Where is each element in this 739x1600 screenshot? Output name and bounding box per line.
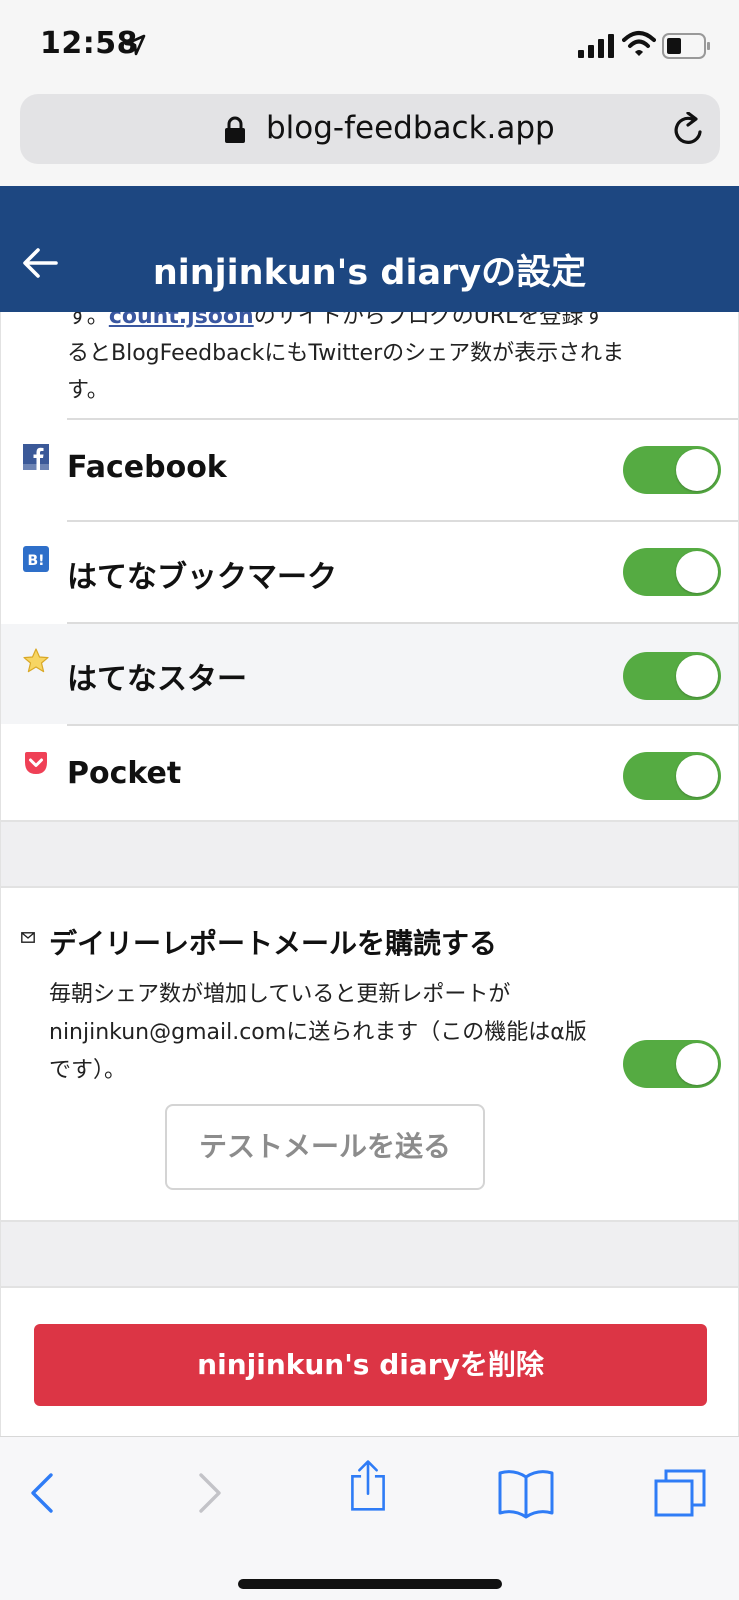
status-bar: 12:58 <box>0 0 739 90</box>
twitter-note: す。count.jsoonのサイトからブログのURLを登録するとBlogFeed… <box>67 312 627 409</box>
daily-report-description: 毎朝シェア数が増加していると更新レポートがninjinkun@gmail.com… <box>49 982 587 1083</box>
pocket-toggle[interactable] <box>623 752 721 800</box>
toggle-knob <box>676 551 718 593</box>
service-label: はてなブックマーク <box>67 560 337 595</box>
daily-report-title: デイリーレポートメールを購読する <box>49 927 498 960</box>
hatena-star-toggle[interactable] <box>623 652 721 700</box>
toggle-knob <box>676 655 718 697</box>
service-label: Pocket <box>67 756 182 791</box>
location-arrow-icon <box>124 34 146 56</box>
pocket-icon <box>25 752 47 774</box>
tabs-icon[interactable] <box>652 1467 712 1519</box>
delete-blog-button[interactable]: ninjinkun's diaryを削除 <box>34 1324 707 1406</box>
lock-icon <box>225 116 245 143</box>
browser-toolbar <box>0 1436 739 1600</box>
page-title: ninjinkun's diaryの設定 <box>152 253 587 293</box>
address-bar[interactable]: blog-feedback.app <box>20 94 720 164</box>
url-text: blog-feedback.app <box>266 110 555 146</box>
service-row-hatena-star: はてなスター <box>1 624 738 724</box>
reload-icon[interactable] <box>670 112 706 148</box>
section-spacer <box>1 1220 738 1288</box>
battery-icon <box>662 33 710 59</box>
facebook-icon <box>23 444 49 470</box>
facebook-toggle[interactable] <box>623 446 721 494</box>
service-row-pocket: Pocket <box>1 726 738 826</box>
daily-report-toggle[interactable] <box>623 1040 721 1088</box>
mail-icon <box>21 932 35 943</box>
star-icon <box>23 648 49 673</box>
service-row-hatena-bookmark: B! はてなブックマーク <box>1 522 738 622</box>
settings-content: す。count.jsoonのサイトからブログのURLを登録するとBlogFeed… <box>0 312 739 1436</box>
svg-text:B!: B! <box>27 553 44 569</box>
count-json-link[interactable]: count.jsoon <box>109 312 254 329</box>
hatena-bookmark-icon: B! <box>23 546 49 572</box>
signal-icon <box>578 34 614 58</box>
service-label: Facebook <box>67 450 227 485</box>
twitter-note-prefix: す。 <box>67 312 109 329</box>
browser-forward-icon[interactable] <box>178 1467 238 1519</box>
hatena-bookmark-toggle[interactable] <box>623 548 721 596</box>
share-icon[interactable] <box>338 1459 398 1511</box>
toggle-knob <box>676 755 718 797</box>
wifi-icon <box>622 31 656 56</box>
service-label: はてなスター <box>67 662 247 697</box>
service-row-facebook: Facebook <box>1 420 738 520</box>
toggle-knob <box>676 1043 718 1085</box>
bookmarks-icon[interactable] <box>496 1467 556 1519</box>
home-indicator[interactable] <box>238 1579 502 1589</box>
browser-address-area: blog-feedback.app <box>0 90 739 186</box>
section-spacer <box>1 820 738 888</box>
send-test-mail-button[interactable]: テストメールを送る <box>165 1104 485 1190</box>
app-header: ninjinkun's diaryの設定 <box>0 186 739 312</box>
toggle-knob <box>676 449 718 491</box>
browser-back-icon[interactable] <box>14 1467 74 1519</box>
